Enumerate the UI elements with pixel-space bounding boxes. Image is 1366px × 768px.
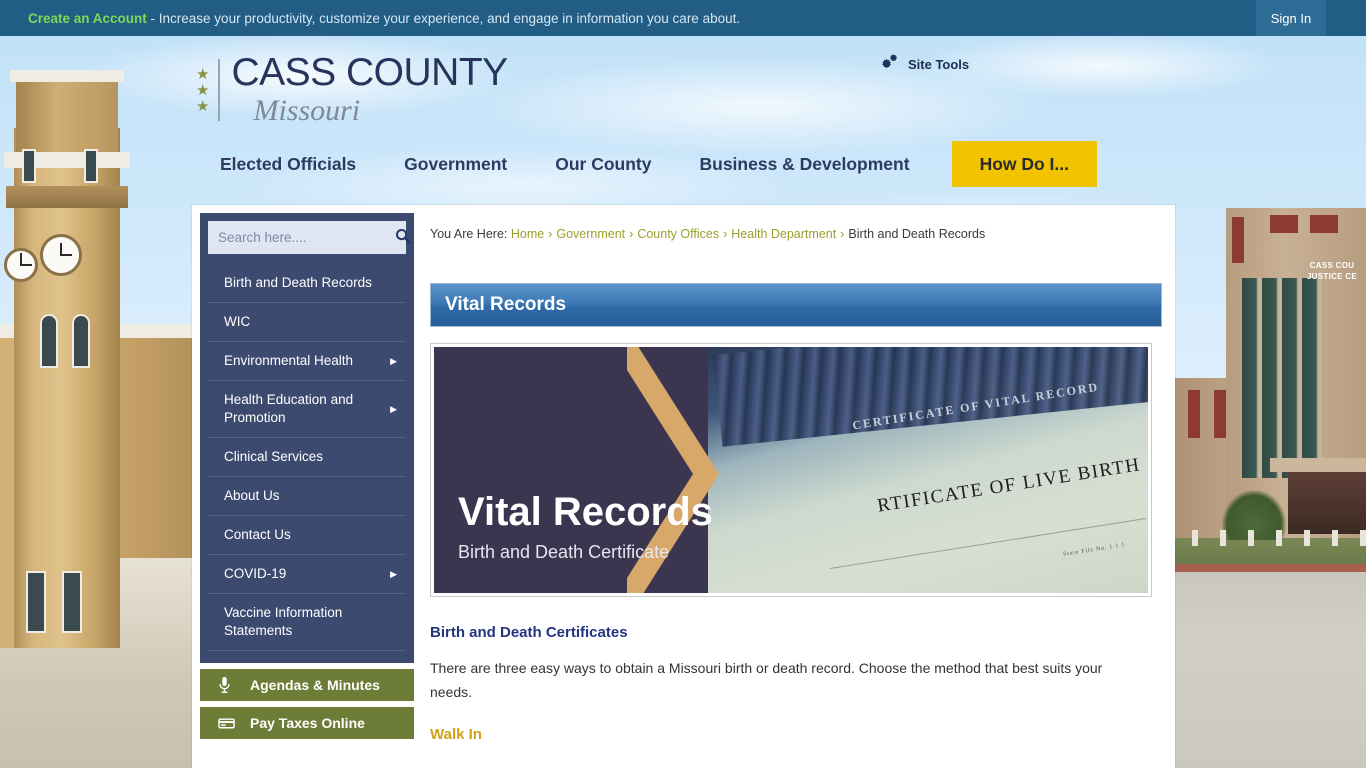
content-paragraph: There are three easy ways to obtain a Mi… xyxy=(430,660,1103,700)
breadcrumb-link-home[interactable]: Home xyxy=(511,227,544,241)
search-button[interactable] xyxy=(395,228,411,247)
sidebar-item-birth-and-death-records[interactable]: Birth and Death Records xyxy=(208,264,406,303)
nav-item-how-do-i[interactable]: How Do I... xyxy=(951,141,1098,187)
breadcrumb-separator: › xyxy=(840,227,845,241)
agendas-and-minutes-button[interactable]: Agendas & Minutes xyxy=(200,669,414,701)
birth-certificate-photo: CERTIFICATE OF VITAL RECORD RTIFICATE OF… xyxy=(708,347,1148,593)
top-utility-bar: Create an Account - Increase your produc… xyxy=(0,0,1366,36)
sidebar-search[interactable] xyxy=(208,221,411,254)
sidebar-item-label: COVID-19 xyxy=(224,566,287,581)
logo-stars-icon: ★ ★ ★ xyxy=(196,65,210,115)
hero-subtitle: Birth and Death Certificate xyxy=(458,542,670,562)
vital-records-hero-image: CERTIFICATE OF VITAL RECORD RTIFICATE OF… xyxy=(430,343,1152,597)
breadcrumb-separator: › xyxy=(548,227,553,241)
clock-face-icon xyxy=(4,248,38,282)
sidebar-item-wic[interactable]: WIC xyxy=(208,303,406,342)
nav-item-business-development[interactable]: Business & Development xyxy=(676,141,934,187)
chevron-right-icon: ▶ xyxy=(390,356,397,366)
sidebar-item-label: Health Education and Promotion xyxy=(224,392,354,425)
create-account-message: - Increase your productivity, customize … xyxy=(146,10,741,26)
certificate-title-text: RTIFICATE OF LIVE BIRTH xyxy=(875,454,1142,517)
sidebar-item-about-us[interactable]: About Us xyxy=(208,477,406,516)
page-root: CASS COU JUSTICE CE Create an Account - … xyxy=(0,0,1366,768)
sidebar-item-covid-19[interactable]: COVID-19 ▶ xyxy=(208,555,406,594)
content-heading: Birth and Death Certificates xyxy=(430,624,628,641)
sidebar-navigation: Birth and Death Records WIC Environmenta… xyxy=(200,213,414,663)
sidebar-item-health-education-and-promotion[interactable]: Health Education and Promotion ▶ xyxy=(208,381,406,438)
search-icon xyxy=(395,228,411,247)
sidebar-item-label: WIC xyxy=(224,314,251,329)
section-title-bar: Vital Records xyxy=(430,283,1162,327)
sidebar: Birth and Death Records WIC Environmenta… xyxy=(200,213,414,739)
logo-divider xyxy=(218,59,221,121)
credit-card-icon xyxy=(218,716,236,730)
breadcrumb-link-government[interactable]: Government xyxy=(556,227,625,241)
sign-in-label: Sign In xyxy=(1270,10,1312,26)
breadcrumb-link-health-department[interactable]: Health Department xyxy=(731,227,836,241)
sign-in-button[interactable]: Sign In xyxy=(1256,0,1326,36)
create-account-link[interactable]: Create an Account xyxy=(28,11,147,26)
sidebar-item-clinical-services[interactable]: Clinical Services xyxy=(208,438,406,477)
breadcrumb-link-county-offices[interactable]: County Offices xyxy=(637,227,719,241)
nav-item-elected-officials[interactable]: Elected Officials xyxy=(196,141,380,187)
chevron-right-icon: ▶ xyxy=(390,404,397,414)
content-panel: Birth and Death Records WIC Environmenta… xyxy=(192,205,1175,768)
sidebar-item-vaccine-information-statements[interactable]: Vaccine Information Statements xyxy=(208,594,406,651)
logo-title: CASS COUNTY xyxy=(231,51,508,94)
pay-taxes-online-button[interactable]: Pay Taxes Online xyxy=(200,707,414,739)
site-tools-label: Site Tools xyxy=(908,57,970,72)
sidebar-item-environmental-health[interactable]: Environmental Health ▶ xyxy=(208,342,406,381)
agendas-and-minutes-label: Agendas & Minutes xyxy=(250,677,380,693)
nav-item-government[interactable]: Government xyxy=(380,141,531,187)
site-logo[interactable]: ★ ★ ★ CASS COUNTY Missouri xyxy=(196,52,508,128)
breadcrumb-separator: › xyxy=(629,227,634,241)
content-subheading: Walk In xyxy=(430,726,482,743)
courthouse-clock-tower-photo xyxy=(0,36,200,768)
microphone-icon xyxy=(218,676,236,694)
sidebar-item-contact-us[interactable]: Contact Us xyxy=(208,516,406,555)
hero-title: Vital Records xyxy=(458,490,713,534)
main-content: You Are Here: Home › Government › County Off… xyxy=(430,213,1162,743)
create-account-banner: Create an Account - Increase your produc… xyxy=(28,11,740,26)
search-input[interactable] xyxy=(218,230,395,245)
sidebar-item-label: About Us xyxy=(224,488,280,503)
logo-subtitle: Missouri xyxy=(253,94,361,127)
sidebar-item-label: Environmental Health xyxy=(224,353,354,368)
justice-center-photo: CASS COU JUSTICE CE xyxy=(1170,36,1366,768)
main-navigation: Elected Officials Government Our County … xyxy=(196,141,1098,187)
sidebar-item-label: Vaccine Information Statements xyxy=(224,605,343,638)
page-title: Vital Records xyxy=(445,294,567,315)
certificate-file-number: State File No. 1 1 1 xyxy=(1063,542,1127,558)
chevron-right-icon: ▶ xyxy=(390,569,397,579)
sidebar-item-label: Birth and Death Records xyxy=(224,275,372,290)
breadcrumb-separator: › xyxy=(723,227,728,241)
clock-face-icon xyxy=(40,234,82,276)
breadcrumb-prefix: You Are Here: xyxy=(430,227,508,241)
breadcrumb: You Are Here: Home › Government › County Off… xyxy=(430,213,1162,241)
sidebar-item-label: Clinical Services xyxy=(224,449,324,464)
sidebar-item-label: Contact Us xyxy=(224,527,291,542)
site-tools-button[interactable]: Site Tools xyxy=(880,53,969,76)
pay-taxes-online-label: Pay Taxes Online xyxy=(250,715,365,731)
justice-center-sign: CASS COU JUSTICE CE xyxy=(1306,261,1358,281)
gear-icon xyxy=(880,53,899,76)
nav-item-our-county[interactable]: Our County xyxy=(531,141,675,187)
breadcrumb-current: Birth and Death Records xyxy=(848,227,986,241)
